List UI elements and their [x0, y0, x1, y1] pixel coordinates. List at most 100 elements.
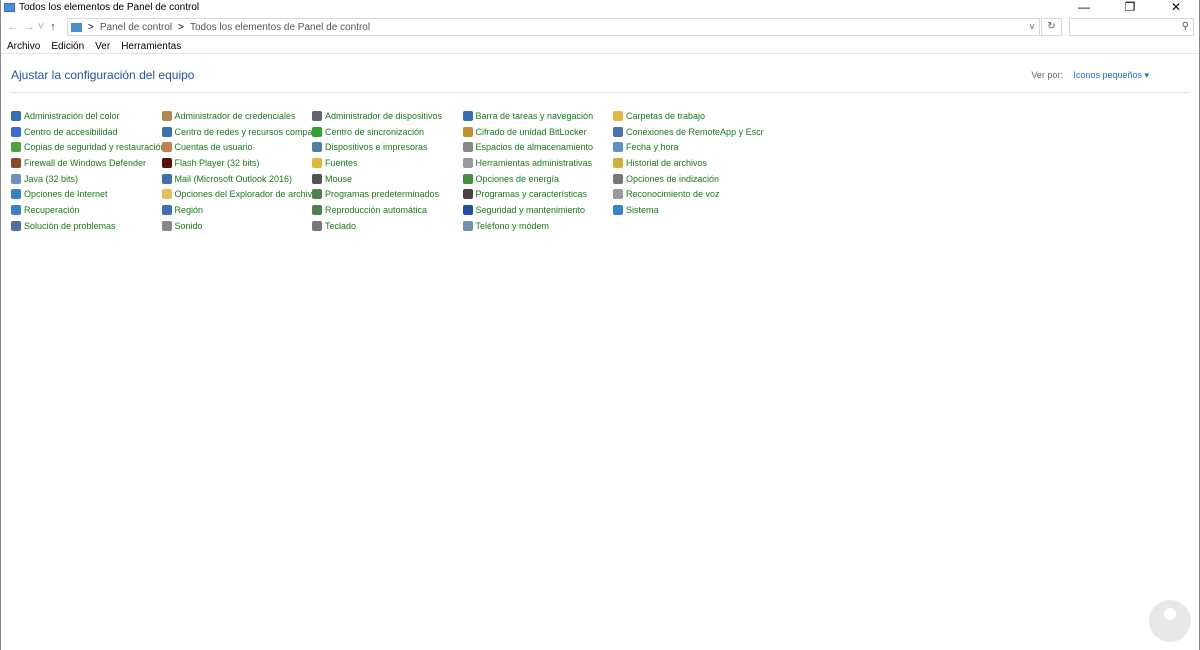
- control-panel-item[interactable]: Centro de redes y recursos comparti...: [161, 124, 312, 140]
- item-icon: [11, 126, 21, 137]
- control-panel-item[interactable]: Historial de archivos: [613, 155, 764, 171]
- item-label: Solución de problemas: [24, 220, 116, 231]
- view-by-dropdown[interactable]: Iconos pequeños ▾: [1073, 70, 1149, 80]
- search-icon: ⚲: [1181, 21, 1189, 32]
- item-icon: [462, 110, 473, 121]
- title-bar: Todos los elementos de Panel de control …: [1, 0, 1199, 14]
- control-panel-item[interactable]: Mail (Microsoft Outlook 2016): [161, 171, 313, 187]
- restore-button[interactable]: ❐: [1107, 0, 1153, 14]
- divider: [11, 92, 1189, 93]
- item-label: Teléfono y módem: [475, 220, 550, 231]
- address-bar[interactable]: > Panel de control > Todos los elementos…: [67, 18, 1040, 36]
- control-panel-item[interactable]: Sonido: [161, 218, 313, 234]
- item-label: Administrador de dispositivos: [325, 110, 443, 121]
- control-panel-item[interactable]: Administrador de credenciales: [161, 108, 313, 124]
- chevron-down-icon[interactable]: ˅: [1029, 22, 1035, 33]
- control-panel-item[interactable]: Cuentas de usuario: [161, 139, 313, 155]
- up-button[interactable]: ↑: [45, 21, 61, 33]
- window-title: Todos los elementos de Panel de control: [19, 1, 200, 13]
- breadcrumb-panel-de-control[interactable]: Panel de control: [100, 22, 172, 33]
- breadcrumb-separator: >: [178, 21, 184, 33]
- view-by-label: Ver por:: [1031, 70, 1063, 80]
- control-panel-item[interactable]: Carpetas de trabajo: [613, 108, 764, 124]
- item-icon: [613, 142, 623, 153]
- item-icon: [312, 189, 322, 200]
- control-panel-item[interactable]: Cifrado de unidad BitLocker: [462, 124, 614, 140]
- control-panel-item[interactable]: Mouse: [312, 171, 463, 187]
- control-panel-item[interactable]: Copias de seguridad y restauración (...: [11, 139, 162, 155]
- item-icon: [11, 142, 21, 153]
- refresh-button[interactable]: ↻: [1041, 18, 1062, 36]
- control-panel-item[interactable]: Fuentes: [312, 155, 463, 171]
- item-label: Programas predeterminados: [325, 189, 440, 200]
- control-panel-item[interactable]: Teléfono y módem: [462, 218, 614, 234]
- control-panel-item[interactable]: Fecha y hora: [613, 139, 764, 155]
- minimize-button[interactable]: —: [1061, 0, 1107, 14]
- item-icon: [462, 189, 473, 200]
- item-label: Barra de tareas y navegación: [475, 110, 594, 121]
- search-input[interactable]: ⚲: [1069, 18, 1194, 36]
- control-panel-item[interactable]: Centro de accesibilidad: [11, 124, 162, 140]
- item-icon: [11, 220, 21, 231]
- menu-edicion[interactable]: Edición: [51, 41, 84, 52]
- control-panel-item[interactable]: Conexiones de RemoteApp y Escrito...: [613, 124, 764, 140]
- item-icon: [161, 157, 172, 168]
- breadcrumb-separator: >: [88, 21, 94, 33]
- item-icon: [462, 126, 473, 137]
- item-icon: [161, 189, 172, 200]
- control-panel-item[interactable]: Reconocimiento de voz: [613, 186, 764, 202]
- item-icon: [11, 157, 21, 168]
- control-panel-item[interactable]: Herramientas administrativas: [462, 155, 614, 171]
- control-panel-item[interactable]: Teclado: [312, 218, 463, 234]
- control-panel-item[interactable]: Opciones de energía: [462, 171, 614, 187]
- control-panel-item[interactable]: Barra de tareas y navegación: [462, 108, 614, 124]
- control-panel-item[interactable]: Región: [161, 202, 313, 218]
- control-panel-item[interactable]: Programas y características: [462, 186, 614, 202]
- item-label: Java (32 bits): [24, 173, 79, 184]
- control-panel-item[interactable]: Reproducción automática: [312, 202, 463, 218]
- item-icon: [613, 110, 623, 121]
- control-panel-item[interactable]: Sistema: [613, 202, 764, 218]
- forward-button[interactable]: →: [21, 21, 37, 33]
- control-panel-item[interactable]: Programas predeterminados: [312, 186, 463, 202]
- item-label: Seguridad y mantenimiento: [475, 204, 586, 215]
- control-panel-item[interactable]: Java (32 bits): [11, 171, 162, 187]
- menu-archivo[interactable]: Archivo: [7, 41, 40, 52]
- recent-locations-button[interactable]: ˅: [37, 21, 45, 33]
- control-panel-item[interactable]: Administrador de dispositivos: [312, 108, 463, 124]
- item-icon: [312, 142, 322, 153]
- back-button[interactable]: ←: [5, 21, 21, 33]
- item-label: Historial de archivos: [626, 157, 708, 168]
- control-panel-item[interactable]: Opciones del Explorador de archivos: [161, 186, 312, 202]
- item-label: Firewall de Windows Defender: [24, 157, 147, 168]
- content-header: Ajustar la configuración del equipo Ver …: [1, 54, 1199, 94]
- item-label: Administrador de credenciales: [174, 110, 296, 121]
- control-panel-item[interactable]: Flash Player (32 bits): [161, 155, 313, 171]
- watermark-logo: [1149, 600, 1191, 642]
- control-panel-item[interactable]: Seguridad y mantenimiento: [462, 202, 614, 218]
- control-panel-item[interactable]: Espacios de almacenamiento: [462, 139, 614, 155]
- item-icon: [161, 173, 172, 184]
- item-label: Sonido: [174, 220, 203, 231]
- control-panel-item[interactable]: Solución de problemas: [11, 218, 162, 234]
- control-panel-item[interactable]: Dispositivos e impresoras: [312, 139, 463, 155]
- item-label: Herramientas administrativas: [475, 157, 593, 168]
- control-panel-item[interactable]: Opciones de Internet: [11, 186, 162, 202]
- menu-herramientas[interactable]: Herramientas: [121, 41, 181, 52]
- item-label: Opciones de energía: [475, 173, 560, 184]
- menu-ver[interactable]: Ver: [95, 41, 110, 52]
- control-panel-item[interactable]: Firewall de Windows Defender: [11, 155, 162, 171]
- item-label: Reconocimiento de voz: [626, 189, 720, 200]
- control-panel-item[interactable]: Centro de sincronización: [312, 124, 463, 140]
- item-label: Flash Player (32 bits): [174, 157, 260, 168]
- close-button[interactable]: ✕: [1153, 0, 1199, 14]
- control-panel-item[interactable]: Opciones de indización: [613, 171, 764, 187]
- item-icon: [312, 173, 322, 184]
- item-icon: [312, 220, 322, 231]
- breadcrumb-todos-los-elementos[interactable]: Todos los elementos de Panel de control: [190, 22, 370, 33]
- view-by: Ver por: Iconos pequeños ▾: [1031, 70, 1149, 81]
- control-panel-item[interactable]: Recuperación: [11, 202, 162, 218]
- item-icon: [312, 204, 322, 215]
- item-label: Sistema: [626, 204, 659, 215]
- control-panel-item[interactable]: Administración del color: [11, 108, 162, 124]
